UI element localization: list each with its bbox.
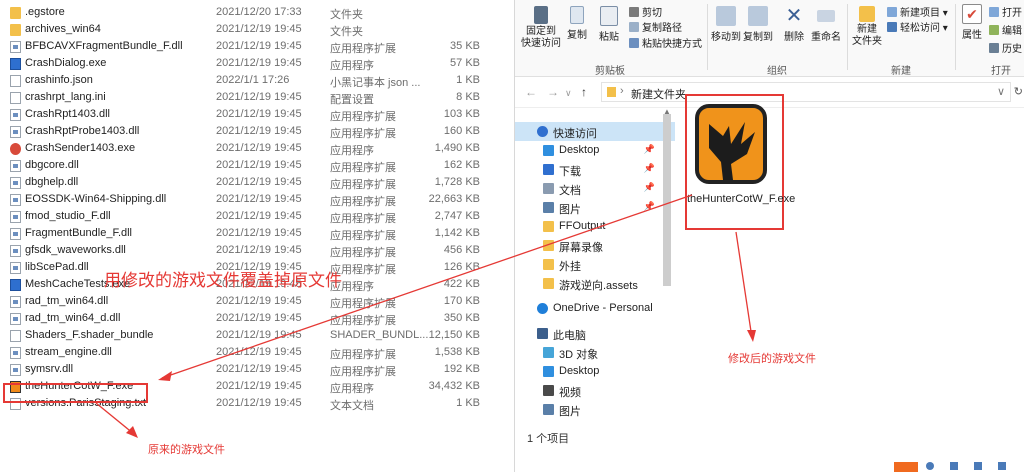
tray-app-icon[interactable] [894, 462, 918, 472]
overwrite-annotation: 用修改的游戏文件覆盖掉原文件 [104, 271, 342, 290]
overwrite-arrowhead [158, 371, 172, 381]
modified-arrowhead [747, 330, 756, 342]
tray-extra-icon[interactable] [998, 462, 1006, 470]
modified-arrow-line [735, 231, 753, 339]
annotation-arrows [95, 194, 756, 438]
taskbar-tray [894, 460, 1024, 472]
original-arrowhead [126, 426, 138, 438]
modified-annotation: 修改后的游戏文件 [728, 353, 816, 365]
tray-status-icon[interactable] [926, 462, 934, 470]
original-annotation: 原来的游戏文件 [148, 444, 225, 456]
tray-network-icon[interactable] [950, 462, 958, 470]
tray-volume-icon[interactable] [974, 462, 982, 470]
original-arrow-line [95, 402, 135, 435]
